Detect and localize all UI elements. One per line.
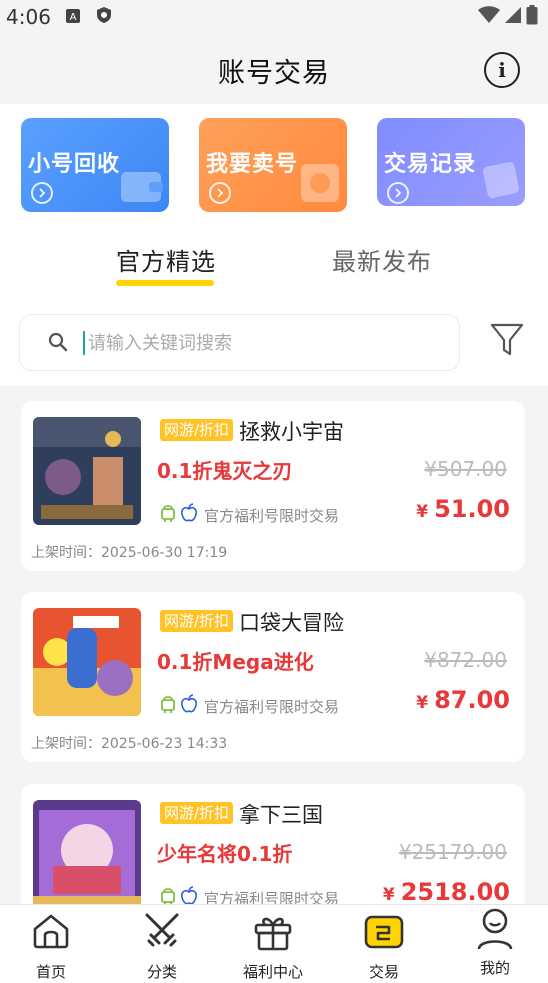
platform-row: 官方福利号限时交易 bbox=[160, 503, 339, 527]
shield-icon bbox=[95, 5, 113, 29]
platform-note: 官方福利号限时交易 bbox=[204, 506, 340, 525]
category-tag: 网游/折扣 bbox=[160, 610, 234, 632]
profile-icon bbox=[475, 907, 515, 955]
category-tag: 网游/折扣 bbox=[160, 419, 234, 441]
promo-text: 少年名将0.1折 bbox=[157, 842, 293, 866]
status-bar: 4:06 A bbox=[0, 0, 548, 34]
tab-bar: 官方精选 最新发布 bbox=[0, 224, 548, 300]
price-value: 87.00 bbox=[434, 686, 510, 714]
signal-icon bbox=[504, 5, 522, 29]
sell-account-button[interactable]: 我要卖号 bbox=[199, 118, 347, 212]
trade-icon bbox=[363, 911, 405, 957]
text-caret bbox=[83, 331, 85, 355]
nav-item-category[interactable]: 分类 bbox=[117, 905, 207, 983]
currency-symbol: ¥ bbox=[382, 885, 395, 905]
page-title: 账号交易 bbox=[218, 57, 330, 89]
shortcut-label: 交易记录 bbox=[384, 152, 477, 177]
chevron-right-icon bbox=[31, 182, 53, 204]
promo-text: 0.1折鬼灭之刃 bbox=[157, 459, 293, 483]
price-value: 51.00 bbox=[434, 495, 510, 523]
currency-symbol: ¥ bbox=[416, 502, 429, 522]
search-input[interactable] bbox=[86, 327, 430, 359]
search-box[interactable] bbox=[20, 315, 459, 370]
shortcut-row: 小号回收 我要卖号 交易记录 bbox=[0, 104, 548, 224]
shortcut-label: 小号回收 bbox=[28, 152, 121, 177]
nav-item-mine[interactable]: 我的 bbox=[450, 905, 540, 983]
money-card-icon bbox=[297, 160, 343, 208]
search-row bbox=[0, 300, 548, 386]
game-name: 拯救小宇宙 bbox=[239, 420, 344, 444]
nav-label: 福利中心 bbox=[242, 963, 303, 981]
battery-icon bbox=[526, 4, 538, 30]
sale-price: ¥2518.00 bbox=[383, 878, 510, 906]
swords-icon bbox=[141, 911, 183, 957]
original-price: ¥507.00 bbox=[424, 457, 507, 481]
nav-item-trade[interactable]: 交易 bbox=[339, 905, 429, 983]
filter-icon[interactable] bbox=[490, 322, 524, 362]
home-icon bbox=[31, 911, 71, 955]
sale-price: ¥51.00 bbox=[416, 495, 510, 523]
active-tab-indicator bbox=[116, 280, 214, 286]
nav-label: 首页 bbox=[35, 963, 66, 981]
nav-label: 分类 bbox=[146, 963, 177, 981]
font-app-icon: A bbox=[65, 5, 81, 29]
search-icon bbox=[48, 332, 68, 356]
price-value: 2518.00 bbox=[400, 878, 510, 906]
android-icon bbox=[160, 503, 176, 527]
chevron-right-icon bbox=[387, 182, 409, 204]
original-price: ¥872.00 bbox=[424, 648, 507, 672]
listing-card[interactable]: 网游/折扣 口袋大冒险 0.1折Mega进化 ¥872.00 官方福利号限时交易… bbox=[21, 592, 525, 762]
listed-time: 上架时间：2025-06-23 14:33 bbox=[31, 736, 228, 752]
nav-label: 我的 bbox=[479, 959, 510, 977]
android-icon bbox=[160, 694, 176, 718]
bottom-nav: 首页 分类 福利中心 交易 我的 bbox=[0, 904, 548, 983]
apple-icon bbox=[180, 503, 198, 527]
promo-text: 0.1折Mega进化 bbox=[157, 650, 314, 674]
listing-card[interactable]: 网游/折扣 拯救小宇宙 0.1折鬼灭之刃 ¥507.00 官方福利号限时交易 ¥… bbox=[21, 401, 525, 571]
tab-latest[interactable]: 最新发布 bbox=[332, 242, 432, 277]
sale-price: ¥87.00 bbox=[416, 686, 510, 714]
game-thumbnail bbox=[33, 608, 141, 716]
info-button[interactable]: i bbox=[484, 52, 520, 88]
platform-row: 官方福利号限时交易 bbox=[160, 694, 339, 718]
category-tag: 网游/折扣 bbox=[160, 802, 234, 824]
trade-records-button[interactable]: 交易记录 bbox=[377, 118, 525, 206]
wifi-icon bbox=[478, 5, 500, 29]
wallet-icon bbox=[119, 164, 165, 208]
game-thumbnail bbox=[33, 417, 141, 525]
nav-item-benefits[interactable]: 福利中心 bbox=[228, 905, 318, 983]
title-bar: 账号交易 i bbox=[0, 40, 548, 100]
apple-icon bbox=[180, 694, 198, 718]
document-icon bbox=[481, 161, 521, 202]
currency-symbol: ¥ bbox=[416, 693, 429, 713]
shortcut-label: 我要卖号 bbox=[206, 152, 299, 177]
listed-time: 上架时间：2025-06-30 17:19 bbox=[31, 545, 228, 561]
info-icon: i bbox=[498, 58, 506, 82]
gift-icon bbox=[252, 911, 294, 957]
status-time: 4:06 bbox=[6, 5, 51, 29]
nav-item-home[interactable]: 首页 bbox=[6, 905, 96, 983]
chevron-right-icon bbox=[209, 182, 231, 204]
nav-label: 交易 bbox=[368, 963, 399, 981]
game-name: 口袋大冒险 bbox=[239, 611, 344, 635]
original-price: ¥25179.00 bbox=[398, 840, 507, 864]
svg-text:A: A bbox=[70, 12, 77, 23]
recycle-account-button[interactable]: 小号回收 bbox=[21, 118, 169, 212]
tab-official-picks[interactable]: 官方精选 bbox=[116, 242, 216, 277]
game-thumbnail bbox=[33, 800, 141, 908]
platform-note: 官方福利号限时交易 bbox=[204, 697, 340, 716]
game-name: 拿下三国 bbox=[239, 803, 323, 827]
